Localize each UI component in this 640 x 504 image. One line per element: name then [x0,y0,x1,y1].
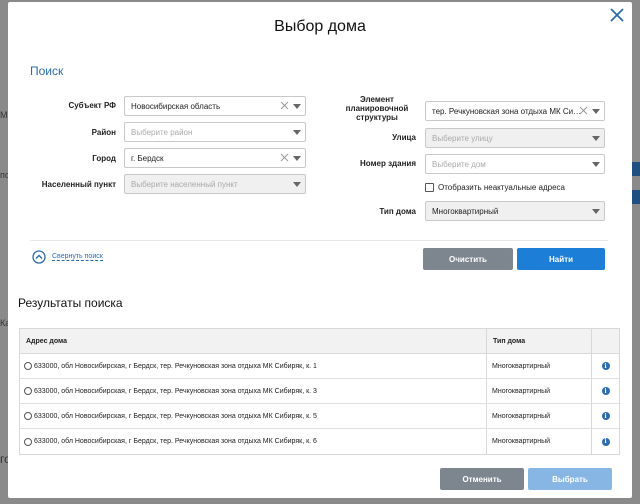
locality-select-placeholder: Выберите населенный пункт [131,179,238,189]
row-radio[interactable] [24,387,32,395]
planning-element-label-line: Элемент [360,95,394,104]
table-row[interactable]: 633000, обл Новосибирская, г Бердск, тер… [20,429,619,454]
address-text: 633000, обл Новосибирская, г Бердск, тер… [34,438,317,445]
building-select-placeholder: Выберите дом [432,159,486,169]
row-radio[interactable] [24,437,32,446]
type-cell: Многоквартирный [487,354,592,378]
collapse-search-label[interactable]: Свернуть поиск [52,253,103,261]
city-select-value: г. Бердск [131,153,164,163]
clear-button[interactable]: Очистить [423,248,513,270]
info-cell: i [592,404,619,428]
subject-label: Субъект РФ [68,101,116,110]
street-select-placeholder: Выберите улицу [432,133,493,143]
address-cell[interactable]: 633000, обл Новосибирская, г Бердск, тер… [20,429,487,454]
collapse-search-toggle[interactable]: Свернуть поиск [32,250,103,264]
house-type-select[interactable]: Многоквартирный [425,201,605,221]
chevron-down-icon[interactable] [592,209,600,214]
district-select[interactable]: Выберите район [124,122,306,142]
info-cell: i [592,379,619,403]
column-header-info [592,329,619,353]
chevron-down-icon[interactable] [293,104,301,109]
column-header-address[interactable]: Адрес дома [20,329,487,353]
results-table: Адрес дома Тип дома 633000, обл Новосиби… [19,328,620,455]
info-icon[interactable]: i [601,362,610,370]
info-cell: i [592,429,619,454]
table-row[interactable]: 633000, обл Новосибирская, г Бердск, тер… [20,354,619,379]
search-divider [30,240,608,241]
locality-label: Населенный пункт [41,180,116,189]
address-text: 633000, обл Новосибирская, г Бердск, тер… [34,362,317,370]
chevron-down-icon[interactable] [592,109,600,114]
building-select[interactable]: Выберите дом [425,154,605,174]
address-text: 633000, обл Новосибирская, г Бердск, тер… [34,412,317,420]
street-label: Улица [392,133,416,142]
locality-select[interactable]: Выберите населенный пункт [124,174,306,194]
row-radio[interactable] [24,412,32,420]
address-text: 633000, обл Новосибирская, г Бердск, тер… [34,387,317,395]
show-inactive-row[interactable]: Отобразить неактуальные адреса [425,183,565,192]
chevron-down-icon[interactable] [592,136,600,141]
clear-icon[interactable] [280,153,289,162]
info-cell: i [592,354,619,378]
chevron-down-icon[interactable] [293,156,301,161]
city-label: Город [92,154,116,163]
row-radio[interactable] [24,362,32,370]
search-section-title: Поиск [30,64,64,78]
planning-element-select-value: тер. Речкуновская зона отдыха МК Сибир..… [432,106,582,116]
table-row[interactable]: 633000, обл Новосибирская, г Бердск, тер… [20,379,619,404]
type-cell: Многоквартирный [487,429,592,454]
info-icon[interactable]: i [601,437,610,446]
city-select[interactable]: г. Бердск [124,148,306,168]
chevron-down-icon[interactable] [293,130,301,135]
chevron-down-icon[interactable] [592,162,600,167]
clear-icon[interactable] [579,106,588,115]
street-select[interactable]: Выберите улицу [425,128,605,148]
subject-select[interactable]: Новосибирская область [124,96,306,116]
column-header-type[interactable]: Тип дома [487,329,592,353]
building-label: Номер здания [360,159,416,168]
cancel-button[interactable]: Отменить [440,468,524,490]
planning-element-select[interactable]: тер. Речкуновская зона отдыха МК Сибир..… [425,101,605,121]
chevron-down-icon[interactable] [293,182,301,187]
type-cell: Многоквартирный [487,404,592,428]
planning-element-label: Элемент планировочной структуры [338,95,416,122]
info-icon[interactable]: i [601,387,610,395]
subject-select-value: Новосибирская область [131,101,221,111]
house-type-select-value: Многоквартирный [432,206,499,216]
district-label: Район [91,128,116,137]
planning-element-label-line: планировочной [345,104,409,113]
table-row[interactable]: 633000, обл Новосибирская, г Бердск, тер… [20,404,619,429]
info-icon[interactable]: i [601,412,610,420]
find-button[interactable]: Найти [517,248,605,270]
type-cell: Многоквартирный [487,379,592,403]
table-body: 633000, обл Новосибирская, г Бердск, тер… [20,354,619,454]
house-selection-modal: Выбор дома Поиск Субъект РФ Район Город … [8,2,632,498]
address-cell[interactable]: 633000, обл Новосибирская, г Бердск, тер… [20,379,487,403]
select-button[interactable]: Выбрать [528,468,612,490]
address-cell[interactable]: 633000, обл Новосибирская, г Бердск, тер… [20,354,487,378]
house-type-label: Тип дома [379,207,416,216]
show-inactive-label: Отобразить неактуальные адреса [438,183,565,192]
address-cell[interactable]: 633000, обл Новосибирская, г Бердск, тер… [20,404,487,428]
district-select-placeholder: Выберите район [131,127,193,137]
clear-icon[interactable] [280,101,289,110]
show-inactive-checkbox[interactable] [425,183,434,192]
planning-element-label-line: структуры [356,113,398,122]
modal-title: Выбор дома [274,18,366,35]
table-header: Адрес дома Тип дома [20,329,619,354]
results-title: Результаты поиска [18,296,123,310]
chevron-up-icon[interactable] [32,250,46,264]
